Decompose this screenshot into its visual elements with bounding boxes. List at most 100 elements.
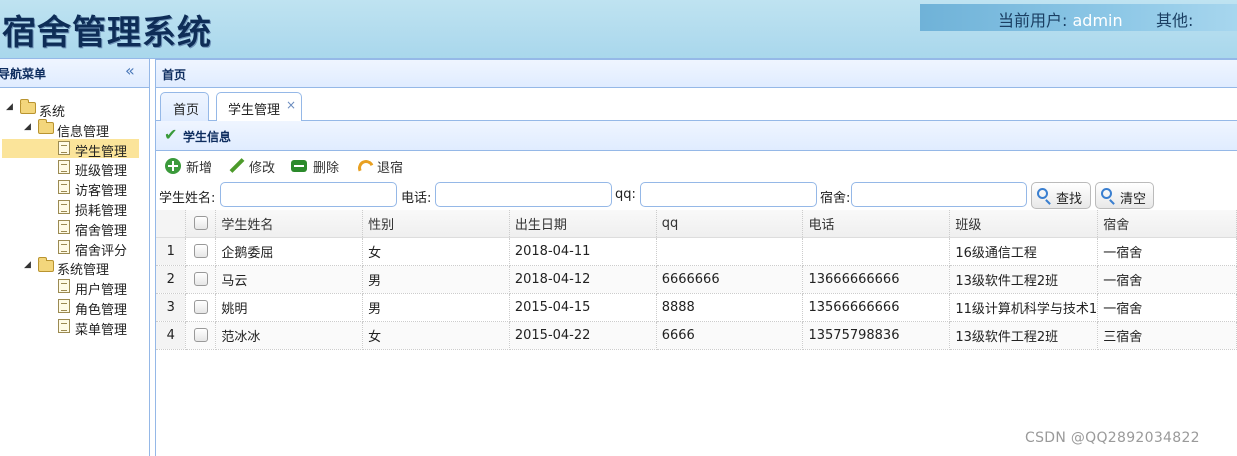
dorm-input[interactable] [851,182,1027,207]
checkmark-icon: ✔ [164,125,178,144]
sidebar-header: 导航菜单 « [0,59,149,88]
tree-node-class-management[interactable]: 班级管理 [0,158,150,180]
column-header-dorm[interactable]: 宿舍 [1097,210,1237,238]
main-header: 首页 [155,59,1237,88]
file-icon [58,279,70,294]
undo-icon [356,158,372,174]
cell-dorm: 一宿舍 [1097,265,1237,294]
row-checkbox[interactable] [185,265,217,294]
qq-input[interactable] [640,182,817,207]
tree-node-system[interactable]: ◢ 系统 [0,99,150,120]
checkbox[interactable] [193,328,208,342]
tree-node-label: 系统管理 [57,263,110,279]
column-header-sex[interactable]: 性别 [362,210,510,238]
row-checkbox[interactable] [185,293,217,322]
nav-tree: ◢ 系统 ◢ 信息管理 学生管理 班级管理 访客管理 损耗管理 宿舍管理 宿舍评… [0,99,150,338]
cell-phone: 13566666666 [802,293,951,322]
name-input[interactable] [220,182,397,207]
cell-birth: 2015-04-15 [509,293,657,322]
cell-dorm: 三宿舍 [1097,321,1237,350]
tree-node-loss-management[interactable]: 损耗管理 [0,198,150,219]
tree-node-menu-management[interactable]: 菜单管理 [0,317,150,338]
checkbox[interactable] [193,272,208,286]
file-icon [58,199,70,214]
tab-home[interactable]: 首页 [160,92,209,121]
user-bar: 当前用户: admin 其他: [920,4,1237,31]
checkbox[interactable] [193,216,208,231]
delete-label: 删除 [313,161,340,176]
delete-button[interactable]: 删除 [291,157,339,176]
add-label: 新增 [186,161,213,176]
column-header-birth[interactable]: 出生日期 [509,210,657,238]
phone-input[interactable] [435,182,612,207]
column-header-phone[interactable]: 电话 [802,210,951,238]
column-header-name[interactable]: 学生姓名 [215,210,364,238]
search-icon [1101,188,1112,199]
tree-node-role-management[interactable]: 角色管理 [0,297,150,318]
expand-arrow-icon[interactable]: ◢ [24,260,31,270]
file-icon [58,180,70,195]
cell-qq [656,237,804,266]
checkbox[interactable] [193,244,208,258]
tree-node-system-management[interactable]: ◢ 系统管理 [0,257,150,279]
row-checkbox[interactable] [185,237,217,266]
tree-node-user-management[interactable]: 用户管理 [0,277,150,298]
tree-node-label: 访客管理 [75,184,128,200]
cell-qq: 8888 [656,293,804,322]
tree-node-label: 宿舍评分 [75,243,128,259]
table-row[interactable]: 1 企鹅委屈 女 2018-04-11 16级通信工程 一宿舍 [156,237,1237,266]
row-checkbox[interactable] [185,321,217,350]
table-row[interactable]: 2 马云 男 2018-04-12 6666666 13666666666 13… [156,265,1237,294]
dorm-label: 宿舍: [820,191,851,206]
folder-icon [20,99,36,114]
tab-bar: 首页 学生管理 × [155,88,1237,122]
expand-arrow-icon[interactable]: ◢ [6,102,13,112]
tree-node-student-management[interactable]: 学生管理 [2,138,139,160]
checkbox[interactable] [193,300,208,314]
cell-class: 13级软件工程2班 [949,321,1099,350]
search-button[interactable]: 查找 [1031,182,1091,209]
table-row[interactable]: 4 范冰冰 女 2015-04-22 6666 13575798836 13级软… [156,321,1237,350]
tree-node-label: 班级管理 [75,164,128,180]
cell-qq: 6666 [656,321,804,350]
clear-button[interactable]: 清空 [1095,182,1154,209]
tree-node-label: 信息管理 [57,124,110,140]
select-all-checkbox[interactable] [185,210,217,238]
tree-node-label: 菜单管理 [75,322,128,338]
add-icon [165,158,181,174]
cell-dorm: 一宿舍 [1097,237,1237,266]
tree-node-info-management[interactable]: ◢ 信息管理 [0,118,150,140]
checkout-button[interactable]: 退宿 [356,157,403,176]
pencil-icon [228,158,244,174]
tree-node-dorm-management[interactable]: 宿舍管理 [0,218,150,239]
cell-name: 姚明 [215,293,364,322]
add-button[interactable]: 新增 [165,157,212,176]
expand-arrow-icon[interactable]: ◢ [24,122,31,132]
tree-node-label: 宿舍管理 [75,223,128,239]
other-label: 其他: [1156,11,1194,30]
double-chevron-left-icon[interactable]: « [125,61,135,80]
cell-name: 企鹅委屈 [215,237,364,266]
remove-icon [291,160,307,172]
file-icon [58,219,70,234]
table-row[interactable]: 3 姚明 男 2015-04-15 8888 13566666666 11级计算… [156,293,1237,322]
cell-qq: 6666666 [656,265,804,294]
tree-node-visitor-management[interactable]: 访客管理 [0,178,150,200]
table-header-row: 学生姓名 性别 出生日期 qq 电话 班级 宿舍 [156,210,1237,238]
cell-sex: 女 [362,321,510,350]
tree-node-dorm-rating[interactable]: 宿舍评分 [0,238,150,259]
search-icon [1037,188,1048,199]
student-info-panel: ✔ 学生信息 新增 修改 删除 退宿 学生姓名: 电话: qq: 宿舍: 查找 … [155,121,1237,456]
column-header-qq[interactable]: qq [656,210,804,238]
row-number: 4 [156,321,187,350]
close-icon[interactable]: × [286,98,296,112]
edit-button[interactable]: 修改 [228,157,275,176]
column-header-class[interactable]: 班级 [949,210,1099,238]
cell-birth: 2015-04-22 [509,321,657,350]
file-icon [58,140,70,155]
watermark: CSDN @QQ2892034822 [1025,430,1200,446]
tab-student-management[interactable]: 学生管理 × [216,92,302,122]
tab-label: 学生管理 [228,103,281,118]
tab-label: 首页 [173,103,200,118]
row-number: 2 [156,265,187,294]
